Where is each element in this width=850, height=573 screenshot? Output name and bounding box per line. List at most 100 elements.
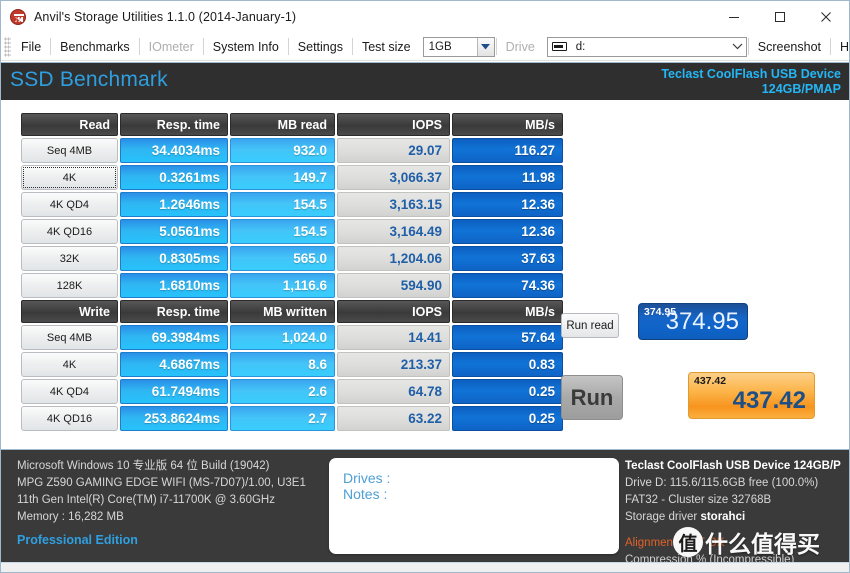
write-row-label-3[interactable]: 4K QD16 — [21, 406, 118, 431]
read-resp-cell: 5.0561ms — [120, 219, 228, 244]
read-iops-cell: 594.90 — [337, 273, 450, 298]
drive-info-capacity: Drive D: 115.6/115.6GB free (100.0%) — [625, 477, 819, 489]
minimize-button[interactable] — [711, 2, 757, 33]
table-header-row: Write Resp. time MB written IOPS MB/s — [21, 300, 563, 323]
read-row-label-5[interactable]: 128K — [21, 273, 118, 298]
table-row: Seq 4MB 69.3984ms 1,024.0 14.41 57.64 — [21, 325, 563, 350]
menu-item-help[interactable]: Help — [832, 34, 849, 60]
drive-info-alignment: Alignment 3 OT OK — [625, 537, 725, 549]
system-info-panel: Microsoft Windows 10 专业版 64 位 Build (190… — [17, 458, 317, 549]
read-resp-cell: 1.6810ms — [120, 273, 228, 298]
read-resp-cell: 1.2646ms — [120, 192, 228, 217]
write-resp-cell: 4.6867ms — [120, 352, 228, 377]
table-header-row: Read Resp. time MB read IOPS MB/s — [21, 113, 563, 136]
column-header-iops: IOPS — [337, 113, 450, 136]
read-resp-cell: 0.3261ms — [120, 165, 228, 190]
maximize-button[interactable] — [757, 2, 803, 33]
read-score-value: 374.95 — [665, 308, 739, 335]
read-resp-cell: 34.4034ms — [120, 138, 228, 163]
read-mbs-cell: 116.27 — [452, 138, 563, 163]
menu-separator — [138, 38, 140, 55]
read-row-label-1[interactable]: 4K — [21, 165, 118, 190]
menu-item-benchmarks[interactable]: Benchmarks — [52, 34, 137, 60]
column-header-mb-read: MB read — [230, 113, 335, 136]
menu-item-settings[interactable]: Settings — [290, 34, 351, 60]
system-os: Microsoft Windows 10 专业版 64 位 Build (190… — [17, 460, 270, 472]
drive-select[interactable]: d: — [546, 36, 747, 57]
system-motherboard: MPG Z590 GAMING EDGE WIFI (MS-7D07)/1.00… — [17, 477, 306, 489]
menu-separator — [830, 38, 832, 55]
test-size-value: 1GB — [428, 40, 452, 53]
device-capacity: 124GB/PMAP — [761, 82, 841, 96]
write-mbs-cell: 0.25 — [452, 379, 563, 404]
benchmark-body: Read Resp. time MB read IOPS MB/s Seq 4M… — [1, 100, 849, 492]
system-memory: Memory : 16,282 MB — [17, 511, 124, 523]
read-mb-cell: 565.0 — [230, 246, 335, 271]
read-mbs-cell: 12.36 — [452, 192, 563, 217]
read-mbs-cell: 11.98 — [452, 165, 563, 190]
menu-item-file[interactable]: File — [13, 34, 49, 60]
column-header-iops: IOPS — [337, 300, 450, 323]
read-row-label-2[interactable]: 4K QD4 — [21, 192, 118, 217]
menu-bar: File Benchmarks IOmeter System Info Sett… — [1, 33, 849, 61]
table-row: 4K QD4 61.7494ms 2.6 64.78 0.25 — [21, 379, 563, 404]
drive-info-title: Teclast CoolFlash USB Device 124GB/P — [625, 460, 841, 472]
table-row: 4K 4.6867ms 8.6 213.37 0.83 — [21, 352, 563, 377]
title-bar: Anvil's Storage Utilities 1.1.0 (2014-Ja… — [1, 1, 849, 33]
read-row-label-3[interactable]: 4K QD16 — [21, 219, 118, 244]
read-mb-cell: 932.0 — [230, 138, 335, 163]
menu-item-system-info[interactable]: System Info — [205, 34, 287, 60]
table-row: 128K 1.6810ms 1,116.6 594.90 74.36 — [21, 273, 563, 298]
write-row-label-0[interactable]: Seq 4MB — [21, 325, 118, 350]
total-score-value: 437.42 — [732, 387, 806, 414]
anvil-icon — [10, 9, 26, 25]
write-mbs-cell: 0.25 — [452, 406, 563, 431]
table-row: 32K 0.8305ms 565.0 1,204.06 37.63 — [21, 246, 563, 271]
column-header-write: Write — [21, 300, 118, 323]
menu-separator — [351, 38, 353, 55]
write-iops-cell: 64.78 — [337, 379, 450, 404]
read-score-panel: 374.95 374.95 — [638, 303, 748, 340]
chevron-down-icon — [476, 37, 494, 56]
table-row: 4K QD16 253.8624ms 2.7 63.22 0.25 — [21, 406, 563, 431]
menu-separator — [747, 38, 749, 55]
menu-item-screenshot[interactable]: Screenshot — [750, 34, 829, 60]
close-button[interactable] — [803, 2, 849, 33]
drive-info-panel: Teclast CoolFlash USB Device 124GB/P Dri… — [625, 458, 847, 569]
table-row: 4K QD4 1.2646ms 154.5 3,163.15 12.36 — [21, 192, 563, 217]
edition-label: Professional Edition — [17, 533, 138, 547]
drive-value: d: — [575, 40, 586, 53]
write-row-label-2[interactable]: 4K QD4 — [21, 379, 118, 404]
write-mb-cell: 2.6 — [230, 379, 335, 404]
drive-icon — [551, 42, 567, 51]
window-title: Anvil's Storage Utilities 1.1.0 (2014-Ja… — [34, 10, 297, 24]
toolbar-grip-icon[interactable] — [4, 36, 11, 57]
write-resp-cell: 253.8624ms — [120, 406, 228, 431]
read-iops-cell: 3,164.49 — [337, 219, 450, 244]
column-header-resp-time: Resp. time — [120, 113, 228, 136]
run-read-button[interactable]: Run read — [561, 313, 619, 338]
total-score-small: 437.42 — [694, 375, 727, 387]
test-size-select[interactable]: 1GB — [422, 36, 495, 57]
run-button[interactable]: Run — [561, 375, 623, 420]
benchmark-header-band: SSD Benchmark Teclast CoolFlash USB Devi… — [1, 62, 849, 100]
menu-separator — [50, 38, 52, 55]
write-iops-cell: 213.37 — [337, 352, 450, 377]
read-row-label-0[interactable]: Seq 4MB — [21, 138, 118, 163]
read-row-label-4[interactable]: 32K — [21, 246, 118, 271]
storage-driver-label: Storage driver — [625, 511, 698, 523]
table-row: 4K QD16 5.0561ms 154.5 3,164.49 12.36 — [21, 219, 563, 244]
column-header-mbs: MB/s — [452, 113, 563, 136]
menu-separator — [202, 38, 204, 55]
write-results-table: Write Resp. time MB written IOPS MB/s Se… — [19, 298, 565, 433]
total-score-panel: 437.42 437.42 — [688, 372, 815, 419]
drive-label: Drive — [505, 39, 535, 54]
notes-panel[interactable]: Drives : Notes : — [329, 458, 619, 554]
write-row-label-1[interactable]: 4K — [21, 352, 118, 377]
page-title: SSD Benchmark — [10, 68, 168, 91]
test-size-label: Test size — [361, 39, 411, 54]
write-iops-cell: 63.22 — [337, 406, 450, 431]
write-mb-cell: 1,024.0 — [230, 325, 335, 350]
write-mb-cell: 8.6 — [230, 352, 335, 377]
write-iops-cell: 14.41 — [337, 325, 450, 350]
